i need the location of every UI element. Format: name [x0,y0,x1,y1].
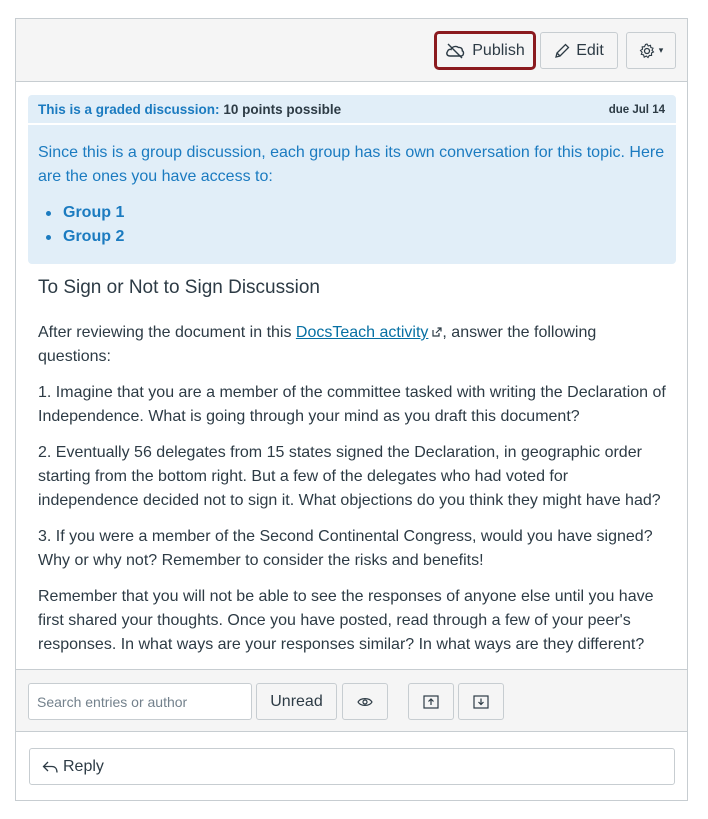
discussion-toolbar: Publish Edit ▾ [16,19,687,82]
group-link[interactable]: Group 1 [46,201,124,225]
search-input[interactable] [28,683,252,720]
question-3: 3. If you were a member of the Second Co… [38,528,653,569]
publish-button[interactable]: Publish [434,31,536,70]
graded-label: This is a graded discussion: 10 points p… [38,102,341,117]
eye-icon [357,697,373,706]
question-2: 2. Eventually 56 delegates from 15 state… [38,444,661,509]
collapse-replies-button[interactable] [408,683,454,720]
docsteach-link[interactable]: DocsTeach activity [296,324,429,341]
graded-header: This is a graded discussion: 10 points p… [28,95,676,125]
external-link-icon [432,327,443,337]
edit-button[interactable]: Edit [540,32,618,69]
intro-paragraph: After reviewing the document in this Doc… [38,321,668,369]
unread-button[interactable]: Unread [256,683,337,720]
publish-label: Publish [472,41,525,59]
reply-icon [42,761,58,773]
settings-menu-button[interactable]: ▾ [626,32,676,69]
gear-icon [639,42,655,58]
collapse-icon [423,694,439,709]
question-1: 1. Imagine that you are a member of the … [38,384,666,425]
expand-replies-button[interactable] [458,683,504,720]
graded-info-box: This is a graded discussion: 10 points p… [28,95,676,264]
discussion-frame: Publish Edit ▾ This is a graded discussi… [15,18,688,801]
closing-paragraph: Remember that you will not be able to se… [38,588,654,653]
reply-label: Reply [63,757,104,775]
graded-text: This is a graded discussion: [38,102,220,117]
points-possible: 10 points possible [223,102,342,117]
topic-title: To Sign or Not to Sign Discussion [38,277,320,298]
group-discussion-text: Since this is a group discussion, each g… [38,144,665,185]
due-date: due Jul 14 [608,104,665,116]
group-link[interactable]: Group 2 [46,225,124,249]
intro-text: After reviewing the document in this [38,324,296,341]
pencil-icon [555,43,570,58]
unpublished-cloud-icon [446,43,465,58]
expand-icon [473,694,489,709]
group-list: Group 1 Group 2 [46,201,124,249]
mark-read-button[interactable] [342,683,388,720]
reply-button[interactable]: Reply [29,748,675,785]
edit-label: Edit [576,41,604,59]
filter-bar: Unread [16,669,687,732]
discussion-content: This is a graded discussion: 10 points p… [16,83,687,669]
chevron-down-icon: ▾ [658,45,664,55]
